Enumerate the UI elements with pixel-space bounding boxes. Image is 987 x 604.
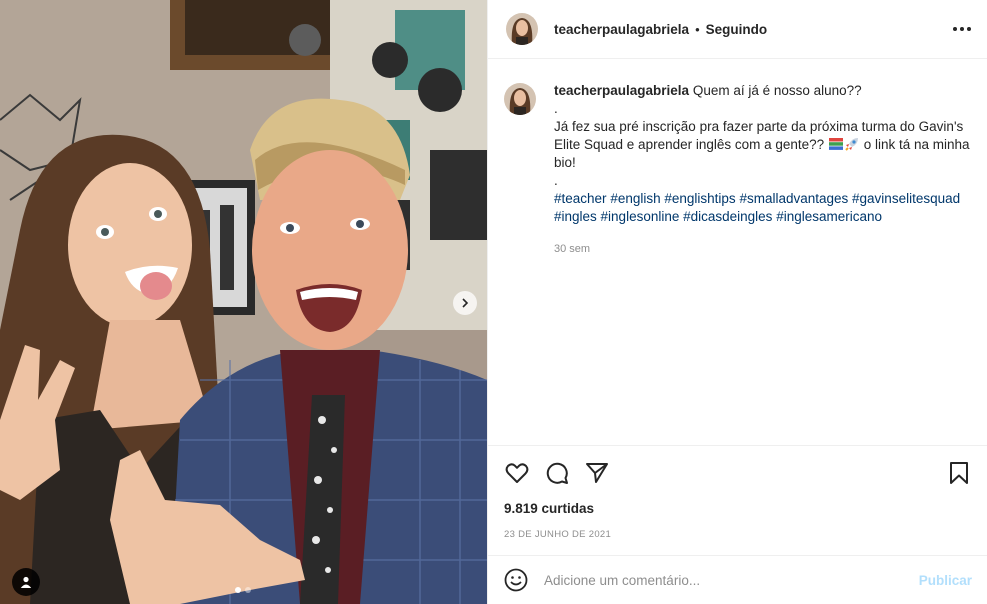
hashtag-link[interactable]: #english [610,191,660,206]
header-separator: • [695,21,700,37]
next-photo-button[interactable] [453,291,477,315]
more-options-button[interactable] [953,21,971,37]
hashtag-link[interactable]: #inglesonline [601,209,680,224]
rocket-emoji [845,138,858,151]
likes-count[interactable]: 9.819 curtidas [504,501,972,516]
carousel-dot [245,587,251,593]
hashtag-link[interactable]: #inglesamericano [776,209,882,224]
tagged-users-button[interactable] [12,568,40,596]
hashtag-link[interactable]: #smalladvantages [739,191,848,206]
hashtag-link[interactable]: #englishtips [664,191,735,206]
comment-icon [546,462,568,484]
caption-row: teacherpaulagabriela Quem aí já é nosso … [504,82,972,258]
action-icons-row [504,446,972,500]
caption-dot: . [554,101,558,116]
post-side-panel: teacherpaulagabriela • Seguindo teacherp… [487,0,987,604]
save-button[interactable] [946,460,972,486]
following-button[interactable]: Seguindo [706,22,768,37]
post-header: teacherpaulagabriela • Seguindo [488,0,987,59]
user-tag-icon [20,576,32,588]
books-emoji [828,138,843,150]
caption-timestamp[interactable]: 30 sem [554,240,972,258]
more-dot [960,27,964,31]
hashtag-link[interactable]: #gavinselitesquad [852,191,960,206]
carousel-indicator [235,587,251,593]
chevron-right-icon [462,298,469,308]
share-icon [586,463,608,483]
post-media[interactable] [0,0,487,604]
comment-input[interactable] [544,572,919,588]
hashtag-list: #teacher #english #englishtips #smalladv… [554,190,972,226]
hashtag-link[interactable]: #teacher [554,191,607,206]
caption-body: Já fez sua pré inscrição pra fazer parte… [554,118,972,172]
caption-text: teacherpaulagabriela Quem aí já é nosso … [554,82,972,258]
heart-icon [505,463,529,483]
bookmark-icon [950,462,968,484]
add-comment-bar: Publicar [488,555,987,604]
post-actions: 9.819 curtidas 23 DE JUNHO DE 2021 [488,445,987,555]
hashtag-link[interactable]: #ingles [554,209,597,224]
caption-line1: Quem aí já é nosso aluno?? [692,83,862,98]
author-username[interactable]: teacherpaulagabriela [554,22,689,37]
post-photo [0,0,487,604]
like-button[interactable] [504,460,530,486]
post-date[interactable]: 23 DE JUNHO DE 2021 [504,529,972,540]
carousel-dot-active [235,587,241,593]
comments-area: teacherpaulagabriela Quem aí já é nosso … [488,60,987,445]
author-avatar[interactable] [506,13,538,45]
more-horizontal-icon [953,27,957,31]
caption-dot: . [554,173,558,188]
share-button[interactable] [584,460,610,486]
hashtag-link[interactable]: #dicasdeingles [683,209,772,224]
more-dot [967,27,971,31]
caption-avatar[interactable] [504,83,536,115]
publish-button[interactable]: Publicar [919,573,972,588]
caption-username[interactable]: teacherpaulagabriela [554,83,689,98]
smiley-icon[interactable] [504,568,528,592]
comment-button[interactable] [544,460,570,486]
